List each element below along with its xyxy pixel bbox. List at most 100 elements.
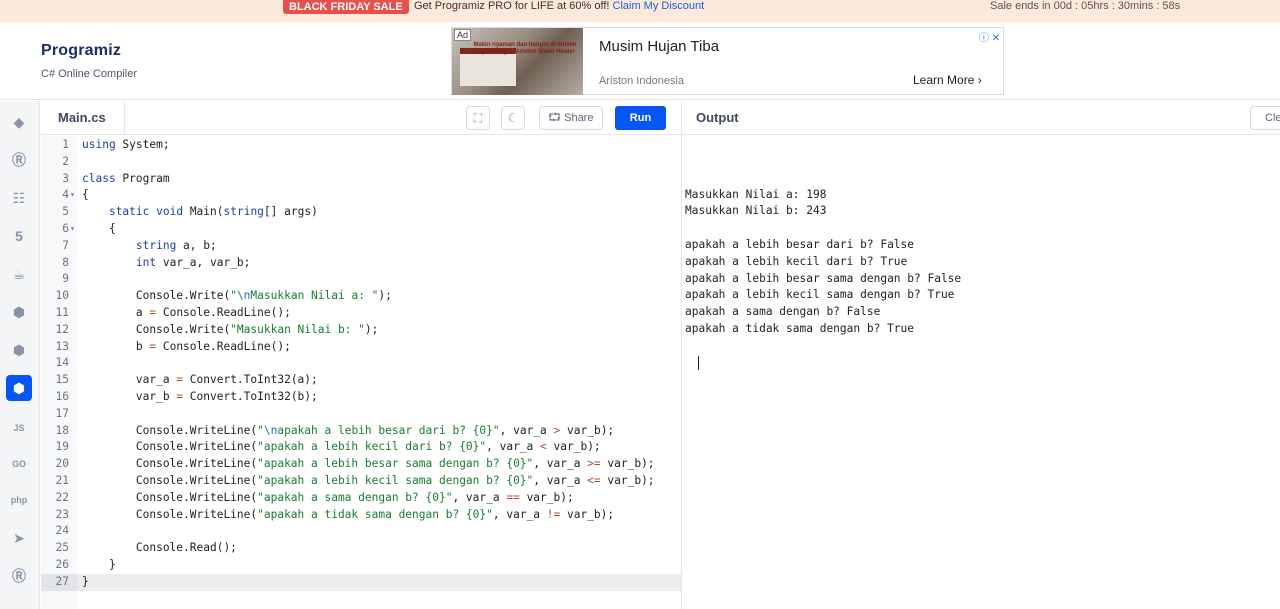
- promo-bar: BLACK FRIDAY SALE Get Programiz PRO for …: [0, 0, 1280, 22]
- code-line[interactable]: 10 Console.Write("\nMasukkan Nilai a: ")…: [41, 288, 681, 305]
- output-toolbar: Output Cle: [682, 101, 1280, 135]
- rust-icon[interactable]: Ⓡ: [6, 563, 32, 589]
- code-text: static void Main(string[] args): [108, 205, 318, 219]
- code-line[interactable]: 6 ▾ {: [41, 221, 681, 238]
- code-line[interactable]: 23 Console.WriteLine("apakah a tidak sam…: [41, 507, 681, 524]
- code-line[interactable]: 18 Console.WriteLine("\napakah a lebih b…: [41, 423, 681, 440]
- code-text: b = Console.ReadLine();: [82, 339, 291, 353]
- r-icon[interactable]: Ⓡ: [6, 147, 32, 173]
- code-line[interactable]: 19 Console.WriteLine("apakah a lebih kec…: [41, 439, 681, 456]
- ad-title[interactable]: Musim Hujan Tiba: [599, 38, 719, 55]
- dark-mode-moon-icon[interactable]: ☾: [501, 106, 525, 130]
- header: Programiz C# Online Compiler Makin nyama…: [0, 22, 1280, 100]
- go-label: GO: [11, 459, 26, 469]
- code-line[interactable]: 26 }: [41, 557, 681, 574]
- line-number: 25: [55, 541, 69, 555]
- code-line[interactable]: 4 ▾ {: [41, 187, 681, 204]
- code-line[interactable]: 15 var_a = Convert.ToInt32(a);: [41, 372, 681, 389]
- fold-chevron-icon[interactable]: ▾: [70, 221, 75, 238]
- js-label: JS: [13, 423, 25, 433]
- js-icon[interactable]: JS: [6, 415, 32, 441]
- cpp-icon[interactable]: ⬢: [6, 337, 32, 363]
- code-line[interactable]: 22 Console.WriteLine("apakah a sama deng…: [41, 490, 681, 507]
- code-line[interactable]: 17: [41, 406, 681, 423]
- code-line[interactable]: 1 using System;: [41, 137, 681, 154]
- code-text: {: [82, 188, 89, 202]
- run-button[interactable]: Run: [615, 106, 666, 130]
- clear-button[interactable]: Cle: [1250, 106, 1280, 130]
- output-console[interactable]: Masukkan Nilai a: 198 Masukkan Nilai b: 2…: [685, 153, 1275, 371]
- code-text: Console.Read();: [82, 541, 237, 555]
- line-number: 10: [55, 289, 69, 303]
- html-icon[interactable]: 5: [6, 223, 32, 249]
- code-line[interactable]: 13 b = Console.ReadLine();: [41, 339, 681, 356]
- code-line[interactable]: 2: [41, 154, 681, 171]
- code-text: Console.WriteLine("apakah a lebih besar …: [82, 457, 655, 471]
- share-button[interactable]: ⮔ Share: [539, 106, 603, 130]
- csharp-icon[interactable]: ⬢: [6, 375, 32, 401]
- line-number: 17: [55, 406, 69, 420]
- code-text: var_b = Convert.ToInt32(b);: [82, 390, 318, 403]
- output-line: apakah a lebih besar sama dengan b? Fals…: [685, 271, 962, 285]
- go-icon[interactable]: GO: [6, 451, 32, 477]
- code-line[interactable]: 25 Console.Read();: [41, 540, 681, 557]
- code-line[interactable]: 24: [41, 523, 681, 540]
- code-text: {: [82, 222, 116, 235]
- sale-timer: Sale ends in 00d : 05hrs : 30mins : 58s: [990, 0, 1181, 12]
- code-text: Console.WriteLine("apakah a tidak sama d…: [82, 507, 615, 521]
- code-line[interactable]: 5 static void Main(string[] args): [41, 204, 681, 221]
- language-sidebar: ◆ Ⓡ ☷ 5 ☕ ⬢ ⬢ ⬢ JS GO php ➤ Ⓡ: [0, 101, 40, 609]
- claim-discount-link[interactable]: Claim My Discount: [613, 0, 705, 12]
- logo-text: Programiz: [41, 42, 122, 59]
- output-line: Masukkan Nilai a: 198: [685, 187, 827, 201]
- output-line: apakah a lebih kecil dari b? True: [685, 254, 908, 268]
- fold-chevron-icon[interactable]: ▾: [70, 187, 75, 204]
- line-number: 9: [62, 272, 69, 286]
- line-number: 22: [55, 490, 69, 504]
- code-text: var_a = Convert.ToInt32(a);: [82, 373, 318, 387]
- ad-learn-more-button[interactable]: Learn More ›: [913, 73, 982, 87]
- ad-choices-icon[interactable]: ⓘ ✕: [979, 29, 1000, 44]
- line-number: 27: [55, 574, 69, 588]
- code-line[interactable]: 8 int var_a, var_b;: [41, 255, 681, 272]
- c-icon[interactable]: ⬢: [6, 299, 32, 325]
- line-number: 21: [55, 474, 69, 487]
- sql-icon[interactable]: ☷: [6, 185, 32, 211]
- ad-image[interactable]: Makin nyaman dan hangat di musim hujan d…: [452, 28, 583, 95]
- file-tab-main[interactable]: Main.cs: [41, 101, 125, 135]
- code-line[interactable]: 20 Console.WriteLine("apakah a lebih bes…: [41, 456, 681, 473]
- code-line[interactable]: 14: [41, 355, 681, 372]
- ad-advertiser: Ariston Indonesia: [599, 75, 684, 87]
- fullscreen-icon[interactable]: ⛶: [466, 106, 490, 130]
- code-text: string a, b;: [135, 238, 217, 252]
- promo-message: Get Programiz PRO for LIFE at 60% off! C…: [414, 0, 704, 12]
- panel-divider[interactable]: [681, 101, 682, 609]
- compiler-subtitle: C# Online Compiler: [41, 68, 137, 80]
- output-title: Output: [696, 110, 739, 125]
- programiz-logo[interactable]: Programiz: [41, 42, 121, 60]
- line-number: 2: [62, 154, 69, 168]
- code-line[interactable]: 21 Console.WriteLine("apakah a lebih kec…: [41, 473, 681, 490]
- line-number: 18: [55, 423, 69, 437]
- php-icon[interactable]: php: [6, 487, 32, 513]
- code-line[interactable]: 7 string a, b;: [41, 238, 681, 255]
- line-number: 15: [55, 373, 69, 387]
- line-number: 3: [62, 171, 69, 185]
- advertisement[interactable]: Makin nyaman dan hangat di musim hujan d…: [451, 27, 1004, 95]
- code-line[interactable]: 27}: [41, 573, 681, 591]
- swift-icon[interactable]: ➤: [6, 525, 32, 551]
- code-editor[interactable]: 1 using System; 2 3 class Program 4 ▾{5 static…: [41, 136, 681, 609]
- code-line[interactable]: 12 Console.Write("Masukkan Nilai b: ");: [41, 322, 681, 339]
- code-line[interactable]: 9: [41, 271, 681, 288]
- java-icon[interactable]: ☕: [6, 261, 32, 287]
- code-line[interactable]: 3 class Program: [41, 171, 681, 188]
- code-line[interactable]: 16 var_b = Convert.ToInt32(b);: [41, 389, 681, 406]
- line-number: 12: [55, 322, 69, 336]
- code-text: Console.Write("Masukkan Nilai b: ");: [82, 322, 379, 336]
- chevron-right-icon: ›: [977, 73, 982, 87]
- python-icon[interactable]: ◆: [6, 109, 32, 135]
- ad-image-text: Makin nyaman dan hangat di musim hujan d…: [473, 42, 577, 55]
- line-number: 19: [55, 440, 69, 454]
- line-number: 14: [55, 356, 69, 370]
- code-line[interactable]: 11 a = Console.ReadLine();: [41, 305, 681, 322]
